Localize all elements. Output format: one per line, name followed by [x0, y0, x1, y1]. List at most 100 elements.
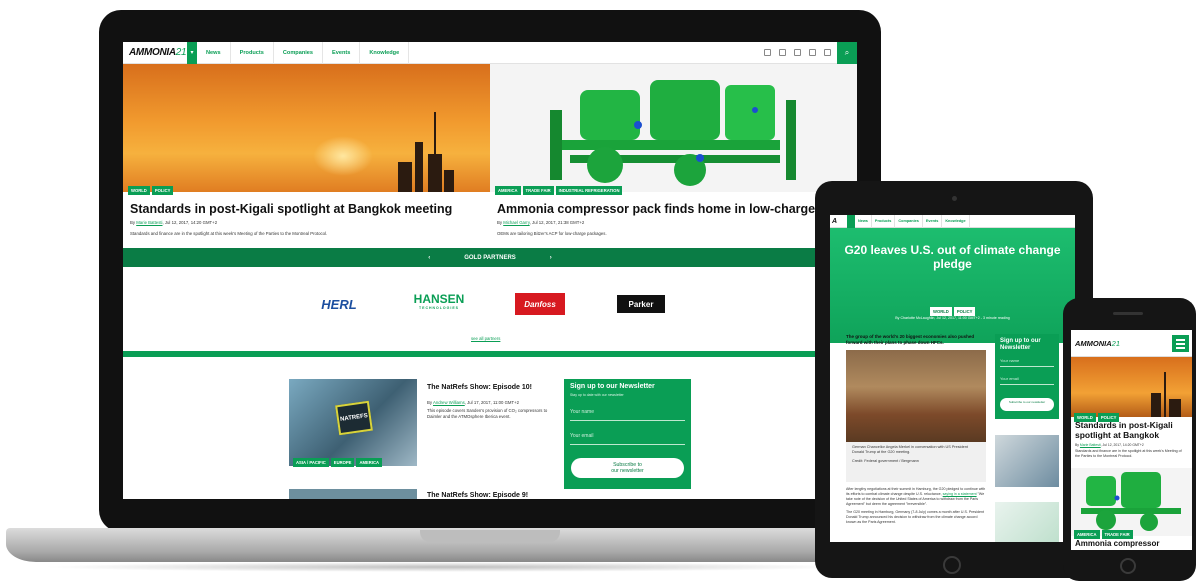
- newsletter-email-input[interactable]: Your email: [1000, 376, 1054, 385]
- podcast-tags: ASIA / PACIFIC EUROPE AMERICA: [293, 451, 384, 469]
- site-logo[interactable]: AMMONIA21: [123, 47, 187, 58]
- article-tags: AMERICA TRADE FAIR INDUSTRIAL REFRIGERATIO…: [495, 179, 624, 197]
- article-title[interactable]: Ammonia compressor: [1075, 539, 1159, 548]
- youtube-icon[interactable]: [824, 49, 831, 56]
- partners-heading: GOLD PARTNERS: [464, 254, 516, 261]
- logo-number: 21: [175, 47, 187, 58]
- phone-screen: AMMONIA21 WORLD POLICY Standards in post-…: [1071, 330, 1192, 550]
- byline-prefix: By: [427, 400, 433, 405]
- tag-world[interactable]: WORLD: [930, 307, 952, 316]
- chevron-left-icon[interactable]: ‹: [428, 255, 430, 261]
- tablet-newsletter: Sign up to our Newsletter Your name Your…: [995, 334, 1059, 419]
- tag-policy[interactable]: POLICY: [953, 307, 976, 316]
- logo-text: AMMONIA: [1075, 339, 1112, 348]
- section-divider: [123, 351, 857, 357]
- natrefs-badge: NATREFS: [335, 400, 373, 436]
- byline-prefix: By: [1075, 443, 1079, 447]
- nav-item-news[interactable]: News: [855, 215, 872, 228]
- tag-world[interactable]: WORLD: [128, 186, 150, 195]
- twitter-icon[interactable]: [779, 49, 786, 56]
- article-title[interactable]: Ammonia compressor pack finds home in lo…: [497, 202, 834, 216]
- phone-navigation: AMMONIA21: [1071, 330, 1192, 357]
- tag-industrial-refrigeration[interactable]: INDUSTRIAL REFRIGERATION: [555, 186, 623, 195]
- article-title[interactable]: Standards in post-Kigali spotlight at Ba…: [130, 202, 452, 216]
- article-photo: [846, 350, 986, 442]
- author-link[interactable]: Michael Garry: [503, 220, 529, 225]
- compressor-illustration: [550, 80, 796, 186]
- photo-credit: Credit: Federal government / Bergmann: [852, 459, 919, 463]
- sun-glow: [313, 136, 373, 176]
- newsletter-name-input[interactable]: Your name: [570, 409, 685, 421]
- tag-trade-fair[interactable]: TRADE FAIR: [1101, 530, 1133, 539]
- building-silhouette: [428, 154, 442, 192]
- hamburger-menu-icon[interactable]: [1172, 335, 1189, 352]
- nav-item-products[interactable]: Products: [231, 42, 274, 64]
- author-link[interactable]: Marie Battesti: [1080, 443, 1101, 447]
- newsletter-title: Sign up to our Newsletter: [570, 383, 655, 390]
- nav-item-events[interactable]: Events: [923, 215, 943, 228]
- article-tags: WORLD POLICY: [128, 179, 175, 197]
- nav-item-news[interactable]: News: [197, 42, 231, 64]
- newsletter-name-input[interactable]: Your name: [1000, 358, 1054, 367]
- instagram-icon[interactable]: [809, 49, 816, 56]
- search-icon[interactable]: ⌕: [837, 42, 857, 64]
- menu-toggle-icon[interactable]: ▾: [187, 42, 197, 64]
- author-link[interactable]: Andrew Williams: [433, 400, 465, 405]
- newsletter-title: Sign up to our Newsletter: [1000, 338, 1041, 351]
- ad-banner[interactable]: [995, 502, 1059, 542]
- article-date: , Jul 12, 2017, 21:38 GMT+2: [529, 220, 585, 225]
- tag-america[interactable]: AMERICA: [1074, 530, 1100, 539]
- newsletter-signup: Sign up to our Newsletter Stay up to dat…: [564, 379, 691, 489]
- partner-logo-hansen[interactable]: HANSEN TECHNOLOGIES: [398, 293, 480, 315]
- partner-logo-herl[interactable]: HERL: [316, 293, 362, 315]
- subscribe-button[interactable]: Subscribe to our newsletter: [1000, 398, 1054, 411]
- hero-image-compressor[interactable]: [490, 64, 857, 192]
- article-title[interactable]: Standards in post-Kigali spotlight at Ba…: [1075, 420, 1190, 440]
- hero-image-bangkok[interactable]: [123, 64, 490, 192]
- tablet-screen: A News Products Companies Events Knowled…: [830, 215, 1075, 542]
- byline-prefix: By: [497, 220, 503, 225]
- tag-europe[interactable]: EUROPE: [330, 458, 355, 467]
- menu-toggle-icon[interactable]: [847, 215, 855, 228]
- phone-logo[interactable]: AMMONIA21: [1075, 339, 1120, 348]
- nav-item-companies[interactable]: Companies: [895, 215, 923, 228]
- tablet-navigation: A News Products Companies Events Knowled…: [830, 215, 1075, 228]
- nav-item-companies[interactable]: Companies: [274, 42, 324, 64]
- facebook-icon[interactable]: [764, 49, 771, 56]
- author-link[interactable]: Marie Battesti: [136, 220, 162, 225]
- nav-item-knowledge[interactable]: Knowledge: [942, 215, 970, 228]
- article-meta: By Marie Battesti, Jul 12, 2017, 14:20 G…: [1075, 443, 1144, 447]
- subscribe-label-line2: our newsletter: [611, 468, 644, 474]
- tag-asia-pacific[interactable]: ASIA / PACIFIC: [293, 458, 329, 467]
- tablet-logo[interactable]: A: [830, 218, 847, 225]
- podcast-date: , Jul 17, 2017, 11:00 GMT+2: [464, 400, 520, 405]
- linkedin-icon[interactable]: [794, 49, 801, 56]
- newsletter-email-input[interactable]: Your email: [570, 433, 685, 445]
- statement-link[interactable]: saying in a statement: [943, 492, 977, 496]
- podcast-meta: By Andrew Williams, Jul 17, 2017, 11:00 …: [427, 400, 519, 405]
- hansen-wordmark: HANSEN: [413, 292, 465, 306]
- tag-policy[interactable]: POLICY: [151, 186, 174, 195]
- caption-text: German Chancellor Angela Merkel in conve…: [852, 445, 968, 454]
- tag-america[interactable]: AMERICA: [356, 458, 383, 467]
- tag-america[interactable]: AMERICA: [495, 186, 521, 195]
- chevron-right-icon[interactable]: ›: [550, 255, 552, 261]
- hansen-subtitle: TECHNOLOGIES: [418, 306, 459, 310]
- partner-logo-parker[interactable]: Parker: [617, 295, 665, 313]
- see-all-partners-link[interactable]: see all partners: [471, 336, 500, 341]
- subscribe-button[interactable]: Subscribe to our newsletter: [571, 458, 684, 478]
- nav-item-products[interactable]: Products: [872, 215, 896, 228]
- nav-item-events[interactable]: Events: [323, 42, 361, 64]
- tag-trade-fair[interactable]: TRADE FAIR: [522, 186, 554, 195]
- podcast-title[interactable]: The NatRefs Show: Episode 10!: [427, 384, 532, 391]
- ad-banner[interactable]: [995, 435, 1059, 487]
- partner-logo-danfoss[interactable]: Danfoss: [515, 293, 565, 315]
- article-date: , Jul 12, 2017, 14:20 GMT+2: [1100, 443, 1144, 447]
- podcast-title[interactable]: The NatRefs Show: Episode 9!: [427, 492, 528, 499]
- tablet-camera: [952, 196, 957, 201]
- podcast-thumbnail[interactable]: [289, 489, 417, 499]
- article-date: , Jul 12, 2017, 14:20 GMT+2: [162, 220, 218, 225]
- nav-item-knowledge[interactable]: Knowledge: [360, 42, 410, 64]
- photo-caption: German Chancellor Angela Merkel in conve…: [846, 442, 986, 482]
- tablet-home-button: [943, 556, 961, 574]
